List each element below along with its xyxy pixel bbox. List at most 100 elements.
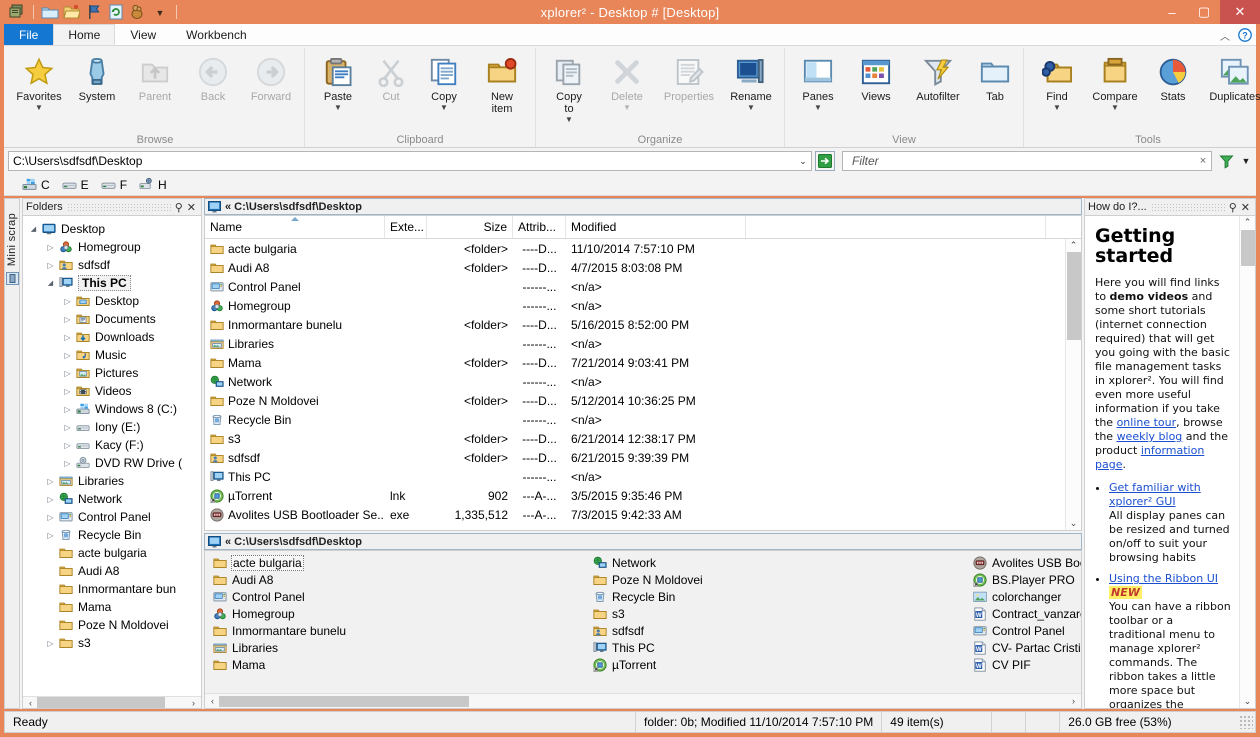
tree-node[interactable]: ▷ Videos xyxy=(23,382,201,400)
tree-node[interactable]: ▷ s3 xyxy=(23,634,201,652)
list-item[interactable]: BS.Player PRO xyxy=(973,571,1081,588)
list-item[interactable]: Libraries xyxy=(213,639,587,656)
folders-pane-drag-dots[interactable] xyxy=(66,202,171,212)
table-row[interactable]: This PC ------... <n/a> xyxy=(205,467,1065,486)
minimize-button[interactable]: ‒ xyxy=(1156,0,1188,24)
list-item[interactable]: Recycle Bin xyxy=(593,588,967,605)
ribbon-button-autofilter[interactable]: Autofilter xyxy=(905,52,971,103)
chevron-down-icon[interactable]: ◢ xyxy=(27,225,40,233)
tree-node[interactable]: ▷ Pictures xyxy=(23,364,201,382)
chevron-down-icon[interactable]: ▼ xyxy=(1053,104,1061,112)
tree-node[interactable]: ◢ This PC xyxy=(23,274,201,292)
scroll-down-icon[interactable]: ⌄ xyxy=(1070,518,1078,529)
folder-tree[interactable]: ◢ Desktop ▷ Homegroup ▷ sdfsdf ◢ This PC ▷ Deskto… xyxy=(22,215,202,709)
thumbnail-horizontal-scrollbar[interactable]: ‹ › xyxy=(205,693,1081,708)
scroll-right-icon[interactable]: › xyxy=(1067,696,1080,706)
tree-node[interactable]: ▷ Libraries xyxy=(23,472,201,490)
list-item[interactable]: W CV- Partac Cristian xyxy=(973,639,1081,656)
weekly-blog-link[interactable]: weekly blog xyxy=(1117,430,1183,443)
column-header-attrib[interactable]: Attrib... xyxy=(513,216,566,238)
table-row[interactable]: Libraries ------... <n/a> xyxy=(205,334,1065,353)
chevron-right-icon[interactable]: ▷ xyxy=(44,243,57,252)
tree-node[interactable]: ▷ sdfsdf xyxy=(23,256,201,274)
chevron-right-icon[interactable]: ▷ xyxy=(61,441,74,450)
chevron-right-icon[interactable]: ▷ xyxy=(61,351,74,360)
chevron-right-icon[interactable]: ▷ xyxy=(61,297,74,306)
scroll-up-icon[interactable]: ⌃ xyxy=(1070,240,1078,251)
table-row[interactable]: Avolites USB Bootloader Se... exe 1,335,51… xyxy=(205,505,1065,524)
list-item[interactable]: sdfsdf xyxy=(593,622,967,639)
tree-node[interactable]: ▷ Network xyxy=(23,490,201,508)
column-header-exte[interactable]: Exte... xyxy=(385,216,427,238)
filter-box[interactable]: × xyxy=(842,151,1212,171)
table-row[interactable]: Control Panel ------... <n/a> xyxy=(205,277,1065,296)
chevron-right-icon[interactable]: ▷ xyxy=(44,495,57,504)
chevron-right-icon[interactable]: ▷ xyxy=(61,315,74,324)
tree-node[interactable]: ▷ Desktop xyxy=(23,292,201,310)
list-item[interactable]: W CV PIF xyxy=(973,656,1081,673)
refresh-icon[interactable] xyxy=(107,3,125,21)
table-row[interactable]: Inmormantare bunelu <folder> ----D... 5/16/… xyxy=(205,315,1065,334)
chevron-right-icon[interactable]: ▷ xyxy=(61,333,74,342)
chevron-right-icon[interactable]: ▷ xyxy=(61,387,74,396)
pin-icon[interactable]: ⚲ xyxy=(175,201,183,214)
help-icon[interactable]: ? xyxy=(1238,28,1252,42)
chevron-right-icon[interactable]: ▷ xyxy=(44,477,57,486)
column-header-name[interactable]: Name xyxy=(205,216,385,238)
chevron-right-icon[interactable]: ▷ xyxy=(61,369,74,378)
table-row[interactable]: Network ------... <n/a> xyxy=(205,372,1065,391)
chevron-right-icon[interactable]: ▷ xyxy=(61,405,74,414)
chevron-right-icon[interactable]: ▷ xyxy=(44,531,57,540)
ribbon-button-duplicates[interactable]: Duplicates xyxy=(1202,52,1260,103)
ribbon-button-find[interactable]: Find ▼ xyxy=(1028,52,1086,112)
chevron-right-icon[interactable]: ▷ xyxy=(44,513,57,522)
list-item[interactable]: Control Panel xyxy=(213,588,587,605)
chevron-right-icon[interactable]: ▷ xyxy=(61,459,74,468)
chevron-down-icon[interactable]: ▼ xyxy=(814,104,822,112)
table-row[interactable]: Homegroup ------... <n/a> xyxy=(205,296,1065,315)
table-row[interactable]: Recycle Bin ------... <n/a> xyxy=(205,410,1065,429)
chevron-down-icon[interactable]: ▼ xyxy=(440,104,448,112)
help-pane-drag-dots[interactable] xyxy=(1150,202,1225,212)
table-row[interactable]: µTorrent lnk 902 ---A-... 3/5/2015 9:35:46 P… xyxy=(205,486,1065,505)
column-header-blank[interactable] xyxy=(746,216,1046,238)
thumbnail-columns[interactable]: acte bulgaria Audi A8 Control Panel Homegro… xyxy=(205,551,1081,693)
chevron-down-icon[interactable]: ▼ xyxy=(1111,104,1119,112)
filter-input[interactable] xyxy=(846,152,1195,170)
chevron-right-icon[interactable]: ▷ xyxy=(61,423,74,432)
tree-node[interactable]: ◢ Desktop xyxy=(23,220,201,238)
drive-button-h[interactable]: H xyxy=(139,177,167,192)
ribbon-button-paste[interactable]: Paste ▼ xyxy=(309,52,367,112)
list-item[interactable]: colorchanger xyxy=(973,588,1081,605)
hscrollbar-thumb[interactable] xyxy=(37,697,165,708)
ribbon-tab-workbench[interactable]: Workbench xyxy=(171,24,261,45)
resize-grip[interactable] xyxy=(1239,715,1253,729)
scroll-down-icon[interactable]: ⌄ xyxy=(1244,696,1252,707)
ribbon-button-copy-to[interactable]: Copy to ▼ xyxy=(540,52,598,124)
scrollbar-thumb[interactable] xyxy=(1066,252,1081,340)
help-scrollbar-thumb[interactable] xyxy=(1240,230,1255,266)
tree-node[interactable]: ▷ Homegroup xyxy=(23,238,201,256)
tree-node[interactable]: ▷ Documents xyxy=(23,310,201,328)
list-item[interactable]: Homegroup xyxy=(213,605,587,622)
ribbon-button-favorites[interactable]: Favorites ▼ xyxy=(10,52,68,112)
file-list-vertical-scrollbar[interactable]: ⌃ ⌄ xyxy=(1065,239,1081,530)
close-icon[interactable]: ✕ xyxy=(187,201,198,214)
tree-node[interactable]: ▷ Windows 8 (C:) xyxy=(23,400,201,418)
table-row[interactable]: acte bulgaria <folder> ----D... 11/10/2014 … xyxy=(205,239,1065,258)
ribbon-button-system[interactable]: System xyxy=(68,52,126,103)
chevron-right-icon[interactable]: ▷ xyxy=(44,639,57,648)
open-folder-icon[interactable] xyxy=(63,3,81,21)
table-row[interactable]: sdfsdf <folder> ----D... 6/21/2015 9:39:39 … xyxy=(205,448,1065,467)
tree-node[interactable]: Poze N Moldovei xyxy=(23,616,201,634)
ribbon-tab-file[interactable]: File xyxy=(4,24,54,45)
scroll-left-icon[interactable]: ‹ xyxy=(206,696,219,706)
tree-node[interactable]: ▷ Music xyxy=(23,346,201,364)
tree-node[interactable]: Mama xyxy=(23,598,201,616)
table-row[interactable]: Audi A8 <folder> ----D... 4/7/2015 8:03:08 … xyxy=(205,258,1065,277)
ribbon-button-stats[interactable]: Stats xyxy=(1144,52,1202,103)
chevron-down-icon[interactable]: ◢ xyxy=(44,279,57,287)
flag-icon[interactable] xyxy=(85,3,103,21)
go-button[interactable] xyxy=(815,151,835,171)
filter-clear-icon[interactable]: × xyxy=(1195,155,1211,167)
